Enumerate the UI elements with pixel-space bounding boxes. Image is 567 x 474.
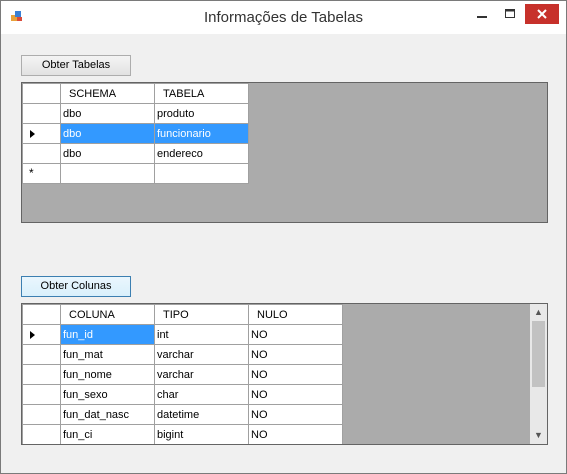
- current-row-arrow-icon: [30, 331, 35, 339]
- row-header[interactable]: [22, 384, 61, 405]
- row-header-corner: [22, 304, 61, 325]
- close-button[interactable]: [525, 4, 559, 24]
- table-row[interactable]: fun_mat varchar NO: [22, 344, 343, 365]
- row-header[interactable]: [22, 344, 61, 365]
- cell-tipo[interactable]: bigint: [154, 424, 249, 444]
- row-header[interactable]: [22, 103, 61, 124]
- cell-schema[interactable]: dbo: [60, 123, 155, 144]
- columns-grid[interactable]: COLUNA TIPO NULO fun_id int NO fun_mat v…: [21, 303, 548, 445]
- table-row[interactable]: fun_sexo char NO: [22, 384, 343, 405]
- cell-tabela[interactable]: funcionario: [154, 123, 249, 144]
- table-row[interactable]: fun_ci bigint NO: [22, 424, 343, 444]
- row-header[interactable]: [22, 324, 61, 345]
- cell-tipo[interactable]: varchar: [154, 364, 249, 385]
- row-header[interactable]: [22, 123, 61, 144]
- table-row[interactable]: dbo produto: [22, 103, 249, 124]
- cell-nulo[interactable]: NO: [248, 364, 343, 385]
- row-header[interactable]: [22, 143, 61, 164]
- maximize-button[interactable]: [496, 4, 524, 24]
- tables-grid-header: SCHEMA TABELA: [22, 83, 249, 104]
- cell-nulo[interactable]: NO: [248, 344, 343, 365]
- scroll-up-icon[interactable]: ▲: [530, 304, 547, 321]
- new-row-asterisk-icon: *: [29, 166, 34, 180]
- cell-nulo[interactable]: NO: [248, 404, 343, 425]
- column-header-schema[interactable]: SCHEMA: [60, 83, 155, 104]
- title-bar[interactable]: Informações de Tabelas: [1, 1, 566, 34]
- row-header[interactable]: [22, 364, 61, 385]
- table-row[interactable]: fun_dat_nasc datetime NO: [22, 404, 343, 425]
- obter-tabelas-button[interactable]: Obter Tabelas: [21, 55, 131, 76]
- table-row-selected[interactable]: fun_id int NO: [22, 324, 343, 345]
- column-header-nulo[interactable]: NULO: [248, 304, 343, 325]
- cell-tabela[interactable]: endereco: [154, 143, 249, 164]
- cell-tipo[interactable]: int: [154, 324, 249, 345]
- cell-coluna[interactable]: fun_nome: [60, 364, 155, 385]
- main-window: Informações de Tabelas Obter Tabelas SCH…: [0, 0, 567, 474]
- minimize-button[interactable]: [468, 4, 496, 24]
- vertical-scrollbar[interactable]: ▲ ▼: [530, 304, 547, 444]
- cell-tipo[interactable]: varchar: [154, 344, 249, 365]
- row-header[interactable]: [22, 424, 61, 444]
- obter-colunas-button[interactable]: Obter Colunas: [21, 276, 131, 297]
- scroll-down-icon[interactable]: ▼: [530, 427, 547, 444]
- cell-nulo[interactable]: NO: [248, 324, 343, 345]
- table-row[interactable]: fun_nome varchar NO: [22, 364, 343, 385]
- row-header-corner: [22, 83, 61, 104]
- column-header-coluna[interactable]: COLUNA: [60, 304, 155, 325]
- cell-coluna[interactable]: fun_id: [60, 324, 155, 345]
- cell-empty[interactable]: [60, 163, 155, 184]
- cell-tipo[interactable]: char: [154, 384, 249, 405]
- new-row[interactable]: *: [22, 163, 249, 184]
- cell-coluna[interactable]: fun_mat: [60, 344, 155, 365]
- tables-grid[interactable]: SCHEMA TABELA dbo produto dbo funcionari…: [21, 82, 548, 223]
- cell-tabela[interactable]: produto: [154, 103, 249, 124]
- table-row[interactable]: dbo endereco: [22, 143, 249, 164]
- cell-schema[interactable]: dbo: [60, 103, 155, 124]
- cell-tipo[interactable]: datetime: [154, 404, 249, 425]
- columns-grid-header: COLUNA TIPO NULO: [22, 304, 343, 325]
- cell-coluna[interactable]: fun_sexo: [60, 384, 155, 405]
- cell-nulo[interactable]: NO: [248, 424, 343, 444]
- column-header-tabela[interactable]: TABELA: [154, 83, 249, 104]
- cell-nulo[interactable]: NO: [248, 384, 343, 405]
- cell-schema[interactable]: dbo: [60, 143, 155, 164]
- cell-coluna[interactable]: fun_dat_nasc: [60, 404, 155, 425]
- row-header[interactable]: *: [22, 163, 61, 184]
- cell-coluna[interactable]: fun_ci: [60, 424, 155, 444]
- cell-empty[interactable]: [154, 163, 249, 184]
- table-row-selected[interactable]: dbo funcionario: [22, 123, 249, 144]
- current-row-arrow-icon: [30, 130, 35, 138]
- column-header-tipo[interactable]: TIPO: [154, 304, 249, 325]
- client-area: Obter Tabelas SCHEMA TABELA dbo produto …: [8, 34, 559, 465]
- row-header[interactable]: [22, 404, 61, 425]
- scrollbar-thumb[interactable]: [532, 321, 545, 387]
